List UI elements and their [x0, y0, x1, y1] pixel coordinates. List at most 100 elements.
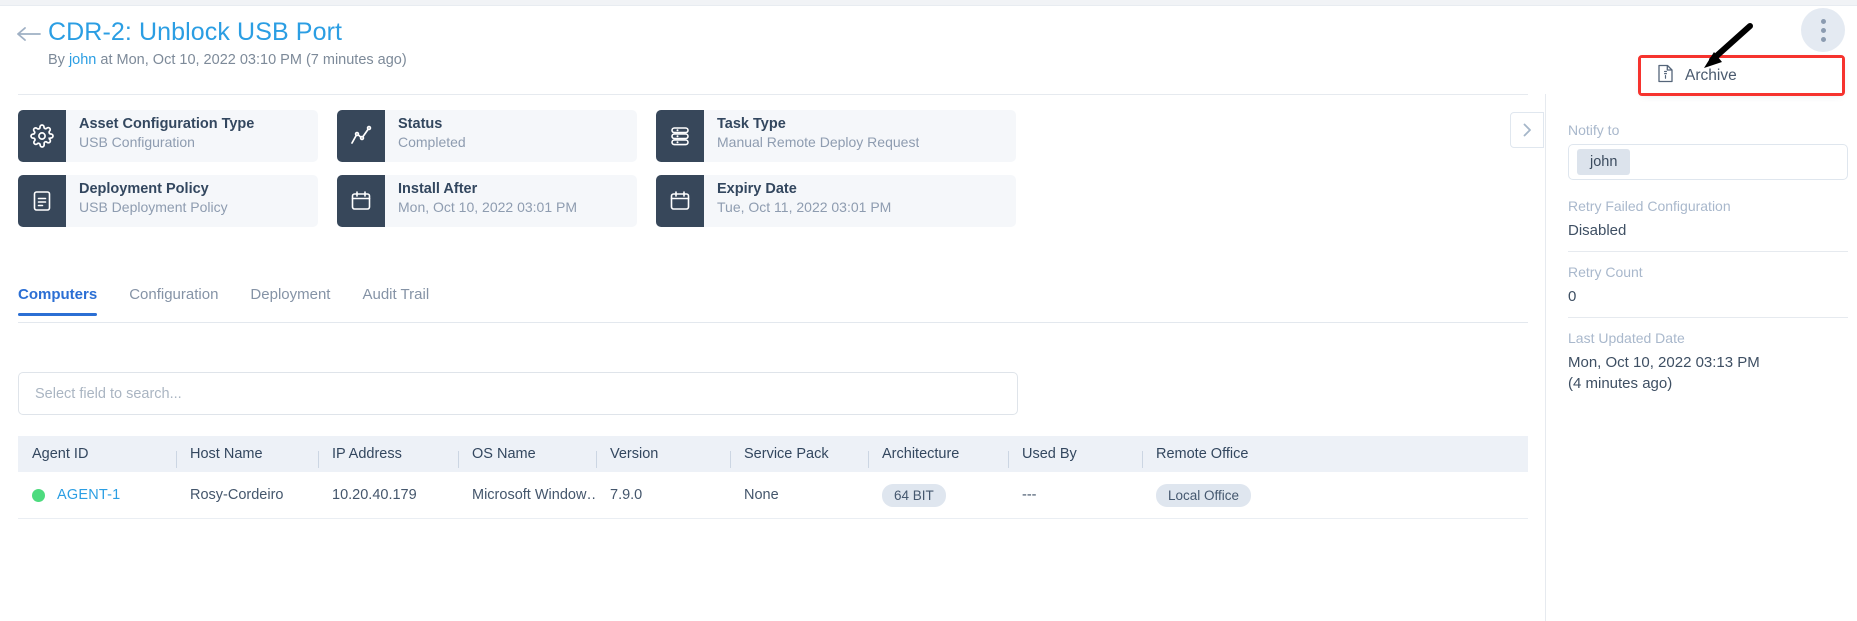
menu-item-archive[interactable]: Archive [1641, 58, 1842, 93]
field-last-updated-date: Last Updated Date Mon, Oct 10, 2022 03:1… [1568, 330, 1848, 394]
server-rows-icon [656, 110, 704, 162]
menu-item-archive-label: Archive [1685, 66, 1737, 84]
line-chart-icon [337, 110, 385, 162]
field-label: Retry Failed Configuration [1568, 198, 1731, 214]
tab-computers[interactable]: Computers [18, 282, 113, 316]
info-card-body: Task Type Manual Remote Deploy Request [704, 110, 919, 162]
info-card-install-after: Install After Mon, Oct 10, 2022 03:01 PM [337, 175, 637, 227]
info-card-expiry-date: Expiry Date Tue, Oct 11, 2022 03:01 PM [656, 175, 1016, 227]
page-subtitle: By john at Mon, Oct 10, 2022 03:10 PM (7… [48, 52, 407, 68]
column-header-remote-office[interactable]: Remote Office [1142, 446, 1322, 468]
subtitle-suffix: at Mon, Oct 10, 2022 03:10 PM (7 minutes… [96, 52, 407, 68]
notify-to-input[interactable]: john [1568, 144, 1848, 180]
info-card-body: Deployment Policy USB Deployment Policy [66, 175, 228, 227]
agent-id-link[interactable]: AGENT-1 [57, 487, 120, 503]
field-label: Last Updated Date [1568, 330, 1685, 346]
details-side-panel: Notify to john Retry Failed Configuratio… [1568, 122, 1848, 398]
column-header-os-name[interactable]: OS Name [458, 446, 596, 468]
kebab-dot [1820, 27, 1826, 33]
field-value: 0 [1568, 288, 1577, 305]
cell-used-by: --- [1022, 487, 1037, 503]
column-header-architecture[interactable]: Architecture [868, 446, 1008, 468]
info-card-value: Manual Remote Deploy Request [717, 134, 920, 150]
page-root: CDR-2: Unblock USB Port By john at Mon, … [0, 0, 1857, 621]
field-divider [1568, 317, 1848, 318]
subtitle-prefix: By [48, 52, 69, 68]
info-card-label: Install After [398, 181, 478, 197]
info-cards: Asset Configuration Type USB Configurati… [18, 110, 1148, 240]
calendar-icon [337, 175, 385, 227]
field-label: Retry Count [1568, 264, 1643, 280]
search-input[interactable] [35, 385, 1001, 402]
field-retry-failed-configuration: Retry Failed Configuration Disabled [1568, 198, 1848, 241]
info-card-value: Mon, Oct 10, 2022 03:01 PM [398, 199, 577, 215]
info-card-body: Expiry Date Tue, Oct 11, 2022 03:01 PM [704, 175, 891, 227]
column-header-version[interactable]: Version [596, 446, 730, 468]
info-card-value: USB Configuration [79, 134, 195, 150]
info-card-value: Tue, Oct 11, 2022 03:01 PM [717, 199, 892, 215]
info-card-label: Expiry Date [717, 181, 797, 197]
tab-deployment[interactable]: Deployment [234, 282, 346, 315]
page-title[interactable]: CDR-2: Unblock USB Port [48, 18, 342, 47]
kebab-dot [1820, 36, 1826, 42]
arrow-left-icon[interactable] [14, 22, 44, 46]
cell-host-name: Rosy-Cordeiro [190, 487, 284, 503]
archive-file-icon [1657, 64, 1674, 88]
tab-configuration[interactable]: Configuration [113, 282, 234, 315]
search-field-wrapper[interactable] [18, 372, 1018, 415]
cell-architecture: 64 BIT [868, 483, 1008, 507]
kebab-dot [1820, 18, 1826, 24]
calendar-icon [656, 175, 704, 227]
cell-version: 7.9.0 [610, 487, 643, 503]
field-value-relative: (4 minutes ago) [1568, 375, 1673, 392]
info-card-asset-configuration-type: Asset Configuration Type USB Configurati… [18, 110, 318, 162]
notify-chip[interactable]: john [1577, 149, 1631, 175]
column-header-host-name[interactable]: Host Name [176, 446, 318, 468]
chevron-right-icon[interactable] [1510, 112, 1544, 148]
cell-os-name: Microsoft Window… [472, 487, 596, 503]
document-icon [18, 175, 66, 227]
actions-dropdown-menu: Archive [1638, 55, 1845, 96]
field-retry-count: Retry Count 0 [1568, 264, 1848, 307]
cell-remote-office: Local Office [1142, 483, 1322, 507]
info-card-label: Asset Configuration Type [79, 116, 255, 132]
page-header: CDR-2: Unblock USB Port By john at Mon, … [0, 6, 1545, 95]
info-card-row: Asset Configuration Type USB Configurati… [18, 110, 1148, 162]
column-header-ip-address[interactable]: IP Address [318, 446, 458, 468]
field-value: Disabled [1568, 222, 1627, 239]
info-card-task-type: Task Type Manual Remote Deploy Request [656, 110, 1016, 162]
info-card-deployment-policy: Deployment Policy USB Deployment Policy [18, 175, 318, 227]
column-header-service-pack[interactable]: Service Pack [730, 446, 868, 468]
field-divider [1568, 251, 1848, 252]
info-card-label: Status [398, 116, 443, 132]
remote-office-badge: Local Office [1156, 483, 1252, 507]
header-divider [18, 94, 1528, 95]
computers-table: Agent ID Host Name IP Address OS Name Ve… [18, 436, 1528, 519]
info-card-value: Completed [398, 134, 466, 150]
info-card-label: Deployment Policy [79, 181, 209, 197]
tab-audit-trail[interactable]: Audit Trail [346, 282, 445, 315]
gear-icon [18, 110, 66, 162]
side-panel-divider [1545, 94, 1546, 621]
info-card-label: Task Type [717, 116, 786, 132]
info-card-value: USB Deployment Policy [79, 199, 228, 215]
more-vertical-icon[interactable] [1801, 8, 1845, 52]
field-value: Mon, Oct 10, 2022 03:13 PM [1568, 354, 1760, 371]
info-card-body: Status Completed [385, 110, 466, 162]
info-card-body: Install After Mon, Oct 10, 2022 03:01 PM [385, 175, 577, 227]
cell-ip-address: 10.20.40.179 [332, 487, 417, 503]
table-header-row: Agent ID Host Name IP Address OS Name Ve… [18, 436, 1528, 472]
info-card-status: Status Completed [337, 110, 637, 162]
architecture-badge: 64 BIT [882, 483, 946, 507]
cell-service-pack: None [744, 487, 779, 503]
table-row[interactable]: AGENT-1 Rosy-Cordeiro 10.20.40.179 Micro… [18, 472, 1528, 519]
info-card-row: Deployment Policy USB Deployment Policy … [18, 175, 1148, 227]
column-header-agent-id[interactable]: Agent ID [18, 446, 176, 462]
subtitle-user-link[interactable]: john [69, 52, 96, 68]
info-card-body: Asset Configuration Type USB Configurati… [66, 110, 254, 162]
column-header-used-by[interactable]: Used By [1008, 446, 1142, 468]
cell-agent-id: AGENT-1 [18, 487, 176, 503]
tab-bar: Computers Configuration Deployment Audit… [18, 282, 1528, 323]
field-label: Notify to [1568, 122, 1620, 138]
status-dot-icon [32, 488, 45, 502]
